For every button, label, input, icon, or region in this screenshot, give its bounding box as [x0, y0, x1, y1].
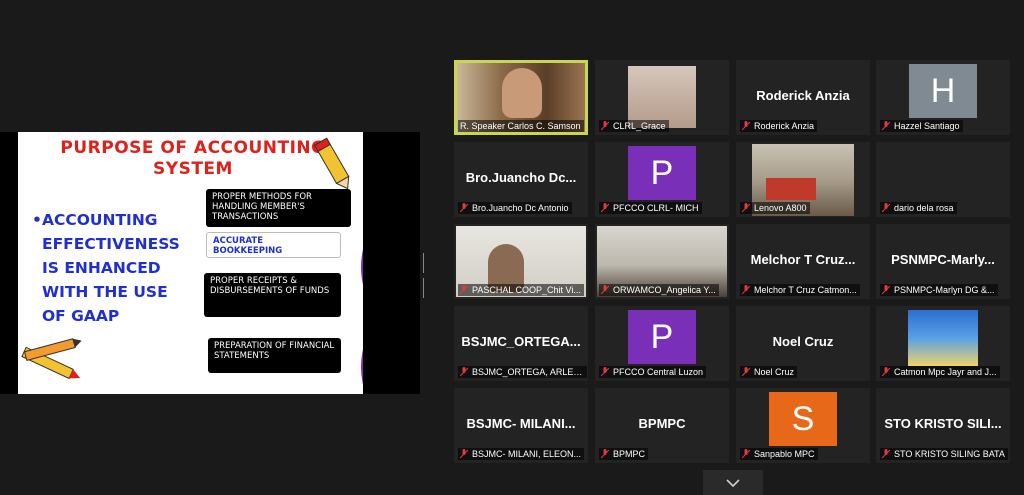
participant-tile[interactable]: BSJMC- MILANI... BSJMC- MILANI, ELEON... — [454, 388, 588, 463]
mic-muted-icon — [882, 367, 890, 377]
participant-name-label: R. Speaker Carlos C. Samson — [458, 120, 584, 132]
slide-box-methods: PROPER METHODS FOR HANDLING MEMBER'S TRA… — [206, 189, 351, 227]
participant-video-shirt — [766, 178, 816, 200]
mic-muted-icon — [742, 121, 750, 131]
participant-display-name: Noel Cruz — [772, 334, 834, 349]
participant-name-label: PSNMPC-Marlyn DG &... — [880, 284, 998, 296]
slide-box-receipts: PROPER RECEIPTS & DISBURSEMENTS OF FUNDS — [204, 273, 341, 317]
mic-muted-icon — [742, 449, 750, 459]
bullet-line: WITH THE USE — [42, 283, 168, 301]
split-view-handle[interactable] — [423, 253, 427, 298]
participant-tile[interactable]: S Sanpablo MPC — [736, 388, 870, 463]
slide-title-line-1: PURPOSE OF ACCOUNTING — [60, 138, 326, 158]
participant-display-name: Melchor T Cruz... — [750, 252, 856, 267]
participant-tile[interactable]: BPMPC BPMPC — [595, 388, 729, 463]
participant-name-label: PFCCO CLRL- MICH — [599, 202, 702, 214]
bullet-line: EFFECTIVENESS — [42, 235, 180, 253]
mic-muted-icon — [882, 449, 890, 459]
mic-muted-icon — [460, 367, 468, 377]
mic-muted-icon — [601, 203, 609, 213]
mic-muted-icon — [882, 285, 890, 295]
participant-tile[interactable]: STO KRISTO SILI... STO KRISTO SILING BAT… — [876, 388, 1010, 463]
participant-name-label: CLRL_Grace — [599, 120, 669, 132]
participant-video-face — [502, 68, 542, 118]
participant-name-label: BSJMC- MILANI, ELEON... — [458, 448, 585, 460]
mic-muted-icon — [601, 367, 609, 377]
participant-tile[interactable]: Melchor T Cruz... Melchor T Cruz Catmon.… — [736, 224, 870, 299]
participant-name-label: PASCHAL COOP_Chit Vi... — [458, 284, 584, 296]
participant-name-label: Roderick Anzia — [740, 120, 818, 132]
shared-screen: PURPOSE OF ACCOUNTING SYSTEM • ACCOUNTIN… — [0, 132, 420, 394]
participant-tile[interactable]: P PFCCO Central Luzon — [595, 306, 729, 381]
mic-muted-icon — [742, 367, 750, 377]
crayons-clipart-icon — [21, 338, 82, 380]
mic-muted-icon — [460, 203, 468, 213]
participant-display-name: BSJMC- MILANI... — [466, 416, 576, 431]
participant-avatar: S — [769, 392, 837, 446]
participant-name-label: STO KRISTO SILING BATA — [880, 448, 1008, 460]
participant-tile[interactable]: Noel Cruz Noel Cruz — [736, 306, 870, 381]
participant-avatar: P — [628, 310, 696, 364]
participant-name-label: ORWAMCO_Angelica Y... — [599, 284, 719, 296]
participant-name-label: dario dela rosa — [880, 202, 957, 214]
participant-name-label: PFCCO Central Luzon — [599, 366, 707, 378]
participant-name-label: Sanpablo MPC — [740, 448, 818, 460]
wavy-line-decoration — [361, 249, 363, 385]
mic-muted-icon — [601, 285, 609, 295]
participant-avatar: P — [628, 146, 696, 200]
participant-video — [628, 66, 696, 128]
participant-display-name: BSJMC_ORTEGA... — [461, 334, 581, 349]
participant-display-name: BPMPC — [638, 416, 686, 431]
participant-tile[interactable]: Catmon Mpc Jayr and J... — [876, 306, 1010, 381]
bullet-line: ACCOUNTING — [42, 211, 158, 229]
participant-tile[interactable]: BSJMC_ORTEGA... BSJMC_ORTEGA, ARLEN... — [454, 306, 588, 381]
chevron-down-icon — [726, 478, 740, 487]
participant-video — [908, 310, 978, 366]
participant-name-label: Lenovo A800 — [740, 202, 810, 214]
participant-tile[interactable]: dario dela rosa — [876, 142, 1010, 217]
participant-display-name: Bro.Juancho Dc... — [465, 170, 577, 185]
bullet-line: IS ENHANCED — [42, 259, 161, 277]
presentation-slide: PURPOSE OF ACCOUNTING SYSTEM • ACCOUNTIN… — [18, 132, 363, 394]
slide-box-bookkeeping: ACCURATE BOOKKEEPING — [206, 232, 341, 258]
participant-tile[interactable]: H Hazzel Santiago — [876, 60, 1010, 135]
bullet-line: OF GAAP — [42, 307, 120, 325]
participant-name-label: Noel Cruz — [740, 366, 798, 378]
participant-name-label: Bro.Juancho Dc Antonio — [458, 202, 572, 214]
slide-box-statements: PREPARATION OF FINANCIAL STATEMENTS — [208, 338, 341, 373]
participant-tile[interactable]: PSNMPC-Marly... PSNMPC-Marlyn DG &... — [876, 224, 1010, 299]
participant-tile[interactable]: ORWAMCO_Angelica Y... — [595, 224, 729, 299]
bullet-marker: • — [32, 211, 42, 229]
participant-tile[interactable]: R. Speaker Carlos C. Samson — [454, 60, 588, 135]
mic-muted-icon — [460, 285, 468, 295]
slide-bullet: • ACCOUNTING EFFECTIVENESS IS ENHANCED W… — [32, 208, 217, 328]
participant-tile[interactable]: CLRL_Grace — [595, 60, 729, 135]
participant-name-label: Melchor T Cruz Catmon... — [740, 284, 860, 296]
participant-tile[interactable]: Lenovo A800 — [736, 142, 870, 217]
mic-muted-icon — [601, 121, 609, 131]
mic-muted-icon — [882, 203, 890, 213]
show-toolbar-button[interactable] — [703, 470, 763, 495]
mic-muted-icon — [460, 449, 468, 459]
participant-name-label: Hazzel Santiago — [880, 120, 963, 132]
participant-tile[interactable]: Bro.Juancho Dc... Bro.Juancho Dc Antonio — [454, 142, 588, 217]
mic-muted-icon — [742, 203, 750, 213]
participant-display-name: PSNMPC-Marly... — [891, 252, 995, 267]
participant-tile[interactable]: PASCHAL COOP_Chit Vi... — [454, 224, 588, 299]
participant-display-name: Roderick Anzia — [756, 88, 850, 103]
participant-display-name: STO KRISTO SILI... — [884, 416, 1002, 431]
participant-name-label: BSJMC_ORTEGA, ARLEN... — [458, 366, 587, 378]
mic-muted-icon — [882, 121, 890, 131]
pencil-clipart-icon — [313, 137, 350, 190]
participant-name-label: BPMPC — [599, 448, 649, 460]
slide-title-line-2: SYSTEM — [153, 159, 233, 179]
mic-muted-icon — [742, 285, 750, 295]
participant-tile[interactable]: Roderick Anzia Roderick Anzia — [736, 60, 870, 135]
participant-avatar: H — [909, 64, 977, 118]
mic-muted-icon — [601, 449, 609, 459]
slide-title: PURPOSE OF ACCOUNTING SYSTEM — [48, 138, 338, 180]
participant-tile[interactable]: P PFCCO CLRL- MICH — [595, 142, 729, 217]
participant-name-label: Catmon Mpc Jayr and J... — [880, 366, 1000, 378]
